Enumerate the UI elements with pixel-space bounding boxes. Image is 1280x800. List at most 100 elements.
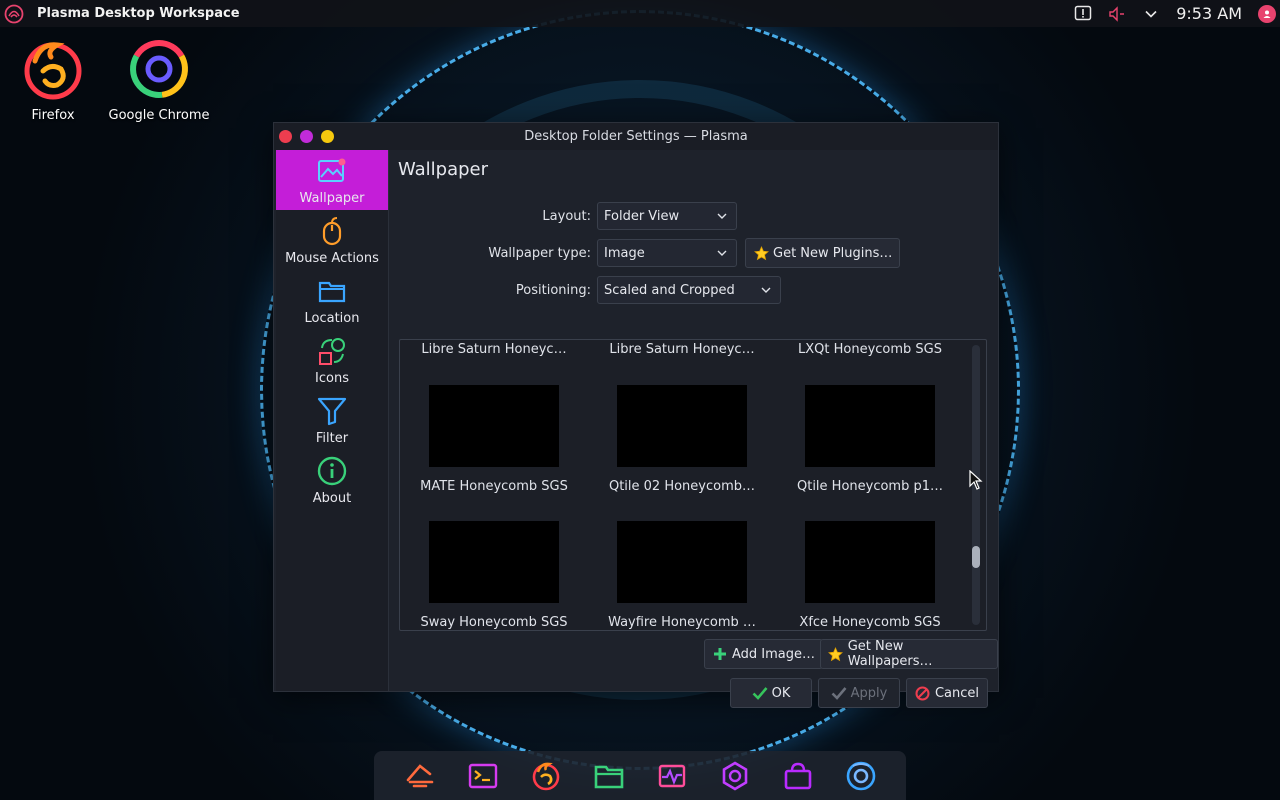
wallpaper-item[interactable]: Libre Saturn Honeyc…	[409, 342, 579, 357]
wallpaper-thumbnail	[617, 385, 747, 467]
get-new-wallpapers-button[interactable]: Get New Wallpapers…	[820, 639, 998, 669]
layout-row: Layout: Folder View	[389, 202, 737, 230]
wallpaper-item-label: LXQt Honeycomb SGS	[798, 342, 942, 357]
dialog-titlebar[interactable]: Desktop Folder Settings — Plasma	[274, 123, 998, 150]
settings-dialog: Desktop Folder Settings — Plasma Wallpap…	[273, 122, 999, 708]
volume-muted-icon[interactable]	[1106, 3, 1128, 25]
kde-logo-icon[interactable]	[4, 4, 24, 24]
wallpaper-item-label: Libre Saturn Honeyc…	[421, 342, 567, 357]
firefox-icon[interactable]	[528, 758, 564, 794]
wallpaper-icon	[317, 156, 347, 186]
chevron-down-icon	[714, 208, 730, 224]
cancel-button[interactable]: Cancel	[906, 678, 988, 708]
sidebar-item-mouse-actions[interactable]: Mouse Actions	[276, 210, 388, 270]
checkmark-icon	[831, 685, 847, 701]
wallpaper-item[interactable]: MATE Honeycomb SGS	[409, 385, 579, 494]
wallpaper-thumbnail	[429, 521, 559, 603]
layout-value: Folder View	[604, 208, 680, 224]
wallpaper-item[interactable]: Qtile 02 Honeycomb…	[597, 385, 767, 494]
folder-icon	[317, 276, 347, 306]
clock[interactable]: 9:53 AM	[1176, 4, 1242, 23]
sidebar-item-label: Location	[304, 311, 360, 326]
wallpaper-item[interactable]: Xfce Honeycomb SGS	[785, 521, 955, 630]
files-icon[interactable]	[591, 758, 627, 794]
layout-combo[interactable]: Folder View	[597, 202, 737, 230]
page-title: Wallpaper	[398, 159, 489, 180]
mouse-icon	[317, 216, 347, 246]
sidebar-item-label: Icons	[315, 371, 349, 386]
wallpaper-thumbnail	[805, 385, 935, 467]
sidebar-item-label: Wallpaper	[299, 191, 365, 206]
cancel-icon	[915, 685, 931, 701]
browser-icon[interactable]	[836, 758, 885, 800]
star-icon	[753, 245, 769, 261]
filter-icon	[317, 396, 347, 426]
add-image-button[interactable]: Add Image…	[704, 639, 824, 669]
get-new-plugins-button[interactable]: Get New Plugins…	[745, 238, 901, 268]
panel-title: Plasma Desktop Workspace	[37, 6, 240, 21]
wallpaper-grid[interactable]: Libre Saturn Honeyc… Libre Saturn Honeyc…	[399, 339, 987, 631]
wallpaper-item[interactable]: Libre Saturn Honeyc…	[597, 342, 767, 357]
wallpaper-item[interactable]: Qtile Honeycomb p1…	[785, 385, 955, 494]
minimize-window-button[interactable]	[300, 130, 313, 143]
apply-label: Apply	[850, 685, 888, 701]
wallpaper-item[interactable]: LXQt Honeycomb SGS	[785, 342, 955, 357]
sidebar-item-icons[interactable]: Icons	[276, 330, 388, 390]
scrollbar-thumb[interactable]	[972, 546, 980, 568]
sidebar-item-label: Filter	[315, 431, 349, 446]
terminal-icon[interactable]	[465, 758, 501, 794]
icons-icon	[317, 336, 347, 366]
info-icon	[317, 456, 347, 486]
plus-icon	[712, 646, 728, 662]
positioning-row: Positioning: Scaled and Cropped	[389, 276, 781, 304]
store-icon[interactable]	[780, 758, 816, 794]
settings-icon[interactable]	[717, 758, 753, 794]
wallpaper-thumbnail	[429, 385, 559, 467]
wallpaper-item-label: Qtile Honeycomb p1…	[796, 479, 943, 494]
wallpaper-item-label: MATE Honeycomb SGS	[420, 479, 568, 494]
wallpaper-type-combo[interactable]: Image	[597, 239, 737, 267]
sidebar-item-wallpaper[interactable]: Wallpaper	[276, 150, 388, 210]
system-tray: 9:53 AM	[1072, 0, 1280, 27]
mouse-cursor-icon	[969, 469, 983, 490]
positioning-combo[interactable]: Scaled and Cropped	[597, 276, 781, 304]
get-new-plugins-label: Get New Plugins…	[773, 245, 893, 261]
wallpaper-type-label: Wallpaper type:	[488, 245, 591, 261]
wallpaper-item-label: Libre Saturn Honeyc…	[609, 342, 755, 357]
system-monitor-icon[interactable]	[654, 758, 690, 794]
firefox-icon	[20, 36, 86, 102]
desktop-icon-label: Google Chrome	[108, 108, 210, 123]
wallpaper-thumbnail	[805, 521, 935, 603]
get-new-wallpapers-label: Get New Wallpapers…	[847, 639, 933, 669]
chrome-icon	[126, 36, 192, 102]
sidebar-item-location[interactable]: Location	[276, 270, 388, 330]
wallpaper-type-row: Wallpaper type: Image Get New Plugins…	[389, 238, 901, 268]
wallpaper-item[interactable]: Sway Honeycomb SGS	[409, 521, 579, 630]
sidebar-item-filter[interactable]: Filter	[276, 390, 388, 450]
dialog-title: Desktop Folder Settings — Plasma	[524, 129, 748, 144]
desktop-icon-chrome[interactable]: Google Chrome	[104, 36, 214, 123]
apply-button[interactable]: Apply	[818, 678, 900, 708]
settings-content: Wallpaper Layout: Folder View Wallpaper …	[389, 150, 998, 708]
close-window-button[interactable]	[279, 130, 292, 143]
notification-alert-icon[interactable]	[1072, 3, 1094, 25]
desktop-icon-firefox[interactable]: Firefox	[0, 36, 108, 123]
wallpaper-item-label: Wayfire Honeycomb …	[608, 615, 756, 630]
window-controls	[279, 130, 342, 143]
star-icon	[828, 646, 844, 662]
wallpaper-type-value: Image	[604, 245, 645, 261]
app-launcher-icon[interactable]	[402, 758, 438, 794]
user-avatar-icon[interactable]	[1258, 4, 1276, 23]
maximize-window-button[interactable]	[321, 130, 334, 143]
ok-button[interactable]: OK	[730, 678, 812, 708]
add-image-label: Add Image…	[732, 646, 816, 662]
wallpaper-thumbnail	[617, 521, 747, 603]
chevron-down-icon[interactable]	[1140, 3, 1162, 25]
sidebar-item-label: Mouse Actions	[285, 251, 379, 266]
settings-sidebar: Wallpaper Mouse Actions Location Icons F…	[276, 150, 389, 691]
top-panel: Plasma Desktop Workspace 9:53 AM	[0, 0, 1280, 27]
sidebar-item-about[interactable]: About	[276, 450, 388, 510]
wallpaper-item[interactable]: Wayfire Honeycomb …	[597, 521, 767, 630]
cancel-label: Cancel	[934, 685, 980, 701]
wallpaper-item-label: Sway Honeycomb SGS	[420, 615, 568, 630]
